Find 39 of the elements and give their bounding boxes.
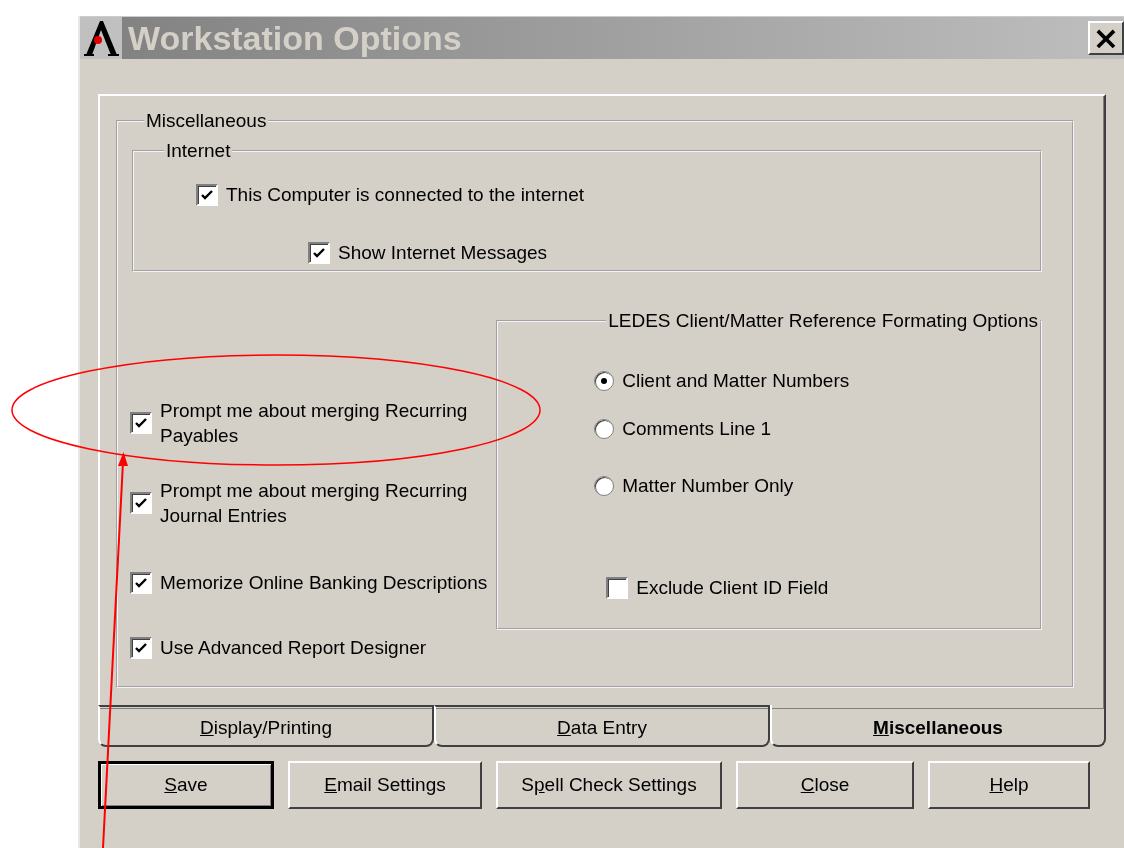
- group-label: Internet: [165, 140, 232, 162]
- tab[interactable]: Miscellaneous: [770, 705, 1106, 747]
- checkbox-label: Prompt me about merging Recurring Journal Entries: [160, 479, 468, 528]
- checkbox-label: Exclude Client ID Field: [636, 577, 829, 599]
- check-mark-icon: [312, 246, 326, 260]
- checkbox-label: This Computer is connected to the internet: [226, 184, 585, 206]
- dialog-button[interactable]: Close: [736, 761, 914, 809]
- radio-label: Comments Line 1: [622, 418, 772, 440]
- check-mark-icon: [134, 496, 148, 510]
- checkbox-label: Memorize Online Banking Descriptions: [160, 571, 488, 595]
- radio-button[interactable]: [594, 476, 615, 496]
- window-title: Workstation Options: [128, 18, 463, 58]
- checkbox[interactable]: [130, 492, 152, 514]
- group-label: Miscellaneous: [145, 110, 268, 132]
- group-label: LEDES Client/Matter Reference Formating Options: [607, 310, 1039, 332]
- dialog-button[interactable]: Help: [928, 761, 1090, 809]
- checkbox-label: Prompt me about merging Recurring Payables: [160, 399, 468, 448]
- checkbox[interactable]: [606, 577, 629, 599]
- check-mark-icon: [134, 640, 148, 655]
- checkbox[interactable]: [308, 242, 330, 264]
- radio-button[interactable]: [594, 371, 615, 391]
- dialog-button[interactable]: Save: [98, 761, 274, 809]
- checkbox[interactable]: [130, 571, 152, 594]
- dialog-button[interactable]: Email Settings: [288, 761, 482, 809]
- check-mark-icon: [134, 416, 148, 430]
- checkbox[interactable]: [130, 636, 152, 659]
- radio-label: Client and Matter Numbers: [622, 370, 850, 392]
- dialog-button[interactable]: Spell Check Settings: [496, 761, 722, 809]
- tab[interactable]: Display/Printing: [98, 705, 434, 747]
- check-mark-icon: [134, 575, 148, 590]
- radio-button[interactable]: [594, 419, 615, 439]
- check-mark-icon: [200, 188, 214, 202]
- checkbox[interactable]: [130, 412, 152, 434]
- checkbox-label: Use Advanced Report Designer: [160, 636, 427, 660]
- checkbox[interactable]: [196, 184, 218, 206]
- close-button[interactable]: ×: [1088, 21, 1124, 55]
- checkbox-label: Show Internet Messages: [338, 242, 548, 264]
- tab[interactable]: Data Entry: [434, 705, 770, 747]
- radio-label: Matter Number Only: [622, 475, 794, 497]
